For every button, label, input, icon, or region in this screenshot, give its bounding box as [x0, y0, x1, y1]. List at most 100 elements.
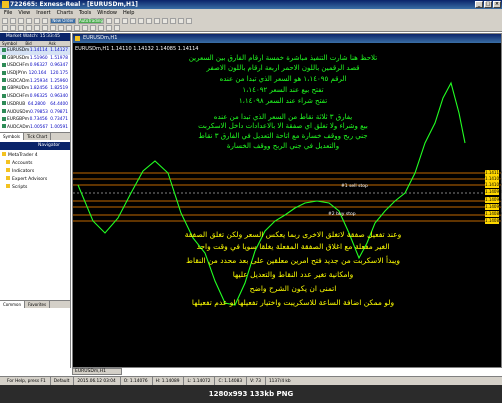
- autotrading-button[interactable]: AutoTrading: [78, 17, 104, 24]
- terminal-icon[interactable]: [34, 17, 40, 24]
- zoom-out-icon[interactable]: [138, 17, 144, 24]
- symbol-cell: AUDUSDm: [0, 109, 30, 117]
- bid-cell: 64.2800: [27, 101, 46, 107]
- cursor-icon[interactable]: [2, 24, 8, 31]
- ask-cell: 0.96340: [50, 94, 69, 100]
- maximize-button[interactable]: □: [484, 1, 492, 8]
- bid-cell: 0.96327: [29, 63, 48, 69]
- navigator-icon[interactable]: [26, 17, 32, 24]
- vertical-line-icon[interactable]: [18, 24, 24, 31]
- status-bar: For Help, press F1 Default 2015.06.12 03…: [0, 376, 502, 385]
- green-annotation-line: الرقم ١،١٤٠٩٥ هو السعر الذي تبدا من عنده: [219, 75, 347, 83]
- navigator-item[interactable]: MetaTrader 4: [2, 152, 68, 160]
- line-chart-icon[interactable]: [122, 17, 128, 24]
- market-watch-row[interactable]: EURUSDm 1.14114 1.14127: [0, 47, 70, 55]
- minimize-button[interactable]: _: [475, 1, 483, 8]
- ask-cell: 1.82519: [50, 86, 68, 92]
- period-h4-icon[interactable]: [106, 24, 112, 31]
- fibonacci-icon[interactable]: [50, 24, 56, 31]
- menu-view[interactable]: View: [18, 9, 30, 17]
- symbol-icon: [2, 55, 6, 60]
- yellow-annotation-line: ويبدأ الاسكربت من جديد فتح امرين معلقين …: [186, 256, 400, 265]
- mt4-window: 722665: Exness-Real - [EURUSDm,H1] _ □ ×…: [0, 0, 502, 403]
- periods-icon[interactable]: [178, 17, 184, 24]
- green-annotation-line: تلاحظ هنا شارت التنفيذ مباشرة خمسة ارقام…: [188, 54, 378, 62]
- tile-windows-icon[interactable]: [146, 17, 152, 24]
- bid-cell: 120.164: [28, 71, 47, 77]
- col-ask[interactable]: Ask: [47, 41, 70, 46]
- symbol-icon: [2, 70, 6, 75]
- market-watch-row[interactable]: USDJPYm 120.164 120.175: [0, 70, 70, 78]
- channel-icon[interactable]: [42, 24, 48, 31]
- arrow-tool-icon[interactable]: [66, 24, 72, 31]
- close-button[interactable]: ×: [493, 1, 501, 8]
- tab-tick-chart[interactable]: Tick Chart: [24, 132, 52, 140]
- menu-window[interactable]: Window: [97, 9, 117, 17]
- menu-help[interactable]: Help: [123, 9, 134, 17]
- menu-tools[interactable]: Tools: [79, 9, 91, 17]
- navigator-item[interactable]: Indicators: [2, 168, 68, 176]
- menu-bar: File View Insert Charts Tools Window Hel…: [0, 9, 502, 17]
- symbol-info: EURUSDm,H1 1.14110 1.14132 1.14085 1.141…: [75, 46, 199, 52]
- window-title: 722665: Exness-Real - [EURUSDm,H1]: [10, 1, 138, 8]
- navigator-item[interactable]: Accounts: [2, 160, 68, 168]
- market-watch-row[interactable]: USDCHFm 0.96327 0.96347: [0, 62, 70, 70]
- zoom-in-icon[interactable]: [130, 17, 136, 24]
- market-watch-row[interactable]: AUDUSDm 0.79853 0.79871: [0, 109, 70, 117]
- bar-chart-icon[interactable]: [106, 17, 112, 24]
- tab-symbols[interactable]: Symbols: [0, 132, 24, 140]
- templates-icon[interactable]: [186, 17, 192, 24]
- symbol-cell: EURUSDm: [0, 47, 29, 55]
- green-annotation-line: يفارق ٣ ثلاثة نقاط من السعر الذي تبدا من…: [213, 113, 353, 121]
- menu-insert[interactable]: Insert: [36, 9, 50, 17]
- trendline-icon[interactable]: [34, 24, 40, 31]
- folder-icon: [6, 160, 10, 165]
- market-watch-row[interactable]: EURGBPm 0.73456 0.73471: [0, 116, 70, 124]
- chart-window[interactable]: EURUSDm,H1 EURUSDm,H1 1.14110 1.14132 1.…: [72, 33, 502, 368]
- period-m1-icon[interactable]: [74, 24, 80, 31]
- new-order-button[interactable]: New Order: [50, 17, 76, 24]
- market-watch-row[interactable]: GBPAUDm 1.82456 1.82519: [0, 85, 70, 93]
- chart-shift-icon[interactable]: [162, 17, 168, 24]
- bid-cell: 0.79853: [30, 109, 48, 115]
- chart-tab[interactable]: EURUSDm,H1: [72, 368, 122, 375]
- col-symbol[interactable]: Symbol: [0, 41, 23, 46]
- tab-favorites[interactable]: Favorites: [25, 300, 51, 308]
- text-tool-icon[interactable]: [58, 24, 64, 31]
- ask-cell: 1.14127: [50, 48, 68, 53]
- period-d1-icon[interactable]: [114, 24, 120, 31]
- price-level-tag: 1.14095: [485, 197, 502, 203]
- col-bid[interactable]: Bid: [23, 41, 46, 46]
- menu-file[interactable]: File: [4, 9, 12, 17]
- menu-charts[interactable]: Charts: [57, 9, 73, 17]
- market-watch-row[interactable]: USDCADm 1.25934 1.25960: [0, 78, 70, 86]
- symbol-cell: USDJPYm: [0, 70, 27, 78]
- bid-cell: 1.14114: [29, 48, 48, 53]
- yellow-annotation-line: ولو ممكن اضافة الساعة للاسكريبت واختيار …: [191, 298, 395, 307]
- tester-icon[interactable]: [42, 17, 48, 24]
- symbol-cell: USDCADm: [0, 78, 30, 86]
- market-watch-row[interactable]: AUDCADm 1.00567 1.00591: [0, 124, 70, 132]
- market-watch-icon[interactable]: [18, 17, 24, 24]
- period-h1-icon[interactable]: [98, 24, 104, 31]
- candle-chart-icon[interactable]: [114, 17, 120, 24]
- navigator-item[interactable]: Scripts: [2, 184, 68, 192]
- horizontal-line-icon[interactable]: [26, 24, 32, 31]
- bid-cell: 1.82456: [29, 86, 48, 92]
- market-watch-row[interactable]: USDRUB 64.2800 64.4400: [0, 101, 70, 109]
- green-annotation-line: بيع وشراء ولا تغلق اي صفقة الا بالاعدادا…: [198, 122, 368, 130]
- indicators-icon[interactable]: [170, 17, 176, 24]
- crosshair-icon[interactable]: [10, 24, 16, 31]
- new-chart-icon[interactable]: [2, 17, 8, 24]
- autoscroll-icon[interactable]: [154, 17, 160, 24]
- price-level-tag: 1.14085: [485, 218, 502, 224]
- period-m15-icon[interactable]: [90, 24, 96, 31]
- navigator-item[interactable]: Expert Advisors: [2, 176, 68, 184]
- profiles-icon[interactable]: [10, 17, 16, 24]
- market-watch-row[interactable]: GBPUSDm 1.51960 1.51978: [0, 55, 70, 63]
- symbol-icon: [2, 78, 6, 83]
- tab-common[interactable]: Common: [0, 300, 26, 308]
- period-m5-icon[interactable]: [82, 24, 88, 31]
- price-level-tag: 1.14100: [485, 182, 502, 188]
- market-watch-row[interactable]: USDCHFm 0.96325 0.96340: [0, 93, 70, 101]
